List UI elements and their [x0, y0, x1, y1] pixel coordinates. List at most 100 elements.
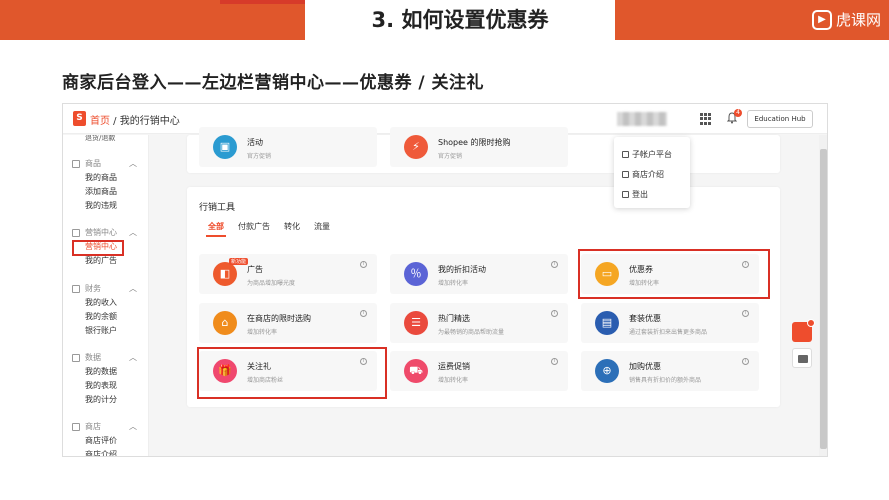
sidebar-item-returns[interactable]: 退货/退款: [85, 135, 115, 143]
info-icon[interactable]: i: [551, 310, 558, 317]
tool-desc: 增加转化率: [247, 329, 278, 336]
tool-desc: 销售具有折扣价的额外商品: [629, 377, 702, 384]
tool-top-picks[interactable]: ☰ 热门精选 为最畅销的商品帮助流量 i: [390, 303, 568, 343]
chart-icon: [72, 354, 80, 362]
chevron-up-icon: ︿: [129, 353, 137, 362]
menu-item-shop-profile[interactable]: 商店介绍: [622, 169, 664, 180]
info-icon[interactable]: i: [742, 358, 749, 365]
info-icon[interactable]: i: [360, 310, 367, 317]
scrollbar[interactable]: [819, 135, 827, 456]
banner-left-band: [0, 0, 305, 40]
truck-icon: ⛟: [404, 359, 428, 383]
blurred-username[interactable]: [617, 112, 667, 126]
breadcrumb-current: 我的行销中心: [119, 116, 180, 127]
discount-icon: ％: [404, 262, 428, 286]
info-icon[interactable]: i: [551, 358, 558, 365]
chevron-up-icon: ︿: [129, 228, 137, 237]
sidebar-item-balance[interactable]: 我的余额: [63, 310, 148, 324]
notification-badge: 4: [734, 109, 742, 117]
breadcrumb-separator: /: [110, 116, 120, 127]
brand-name: 虎课网: [835, 11, 881, 29]
tile-campaigns[interactable]: ▣ 活动 官方促销: [199, 127, 377, 167]
active-tab-indicator: [206, 235, 226, 237]
tool-name: 我的折扣活动: [438, 265, 486, 274]
tools-tabs: 全部 付款广告 转化 流量: [208, 221, 330, 232]
sidebar-item-score[interactable]: 我的计分: [63, 393, 148, 407]
sidebar-item-bank-accounts[interactable]: 银行账户: [63, 324, 148, 338]
sidebar-item-shop-reviews[interactable]: 商店评价: [63, 434, 148, 448]
tab-conversion[interactable]: 转化: [284, 221, 300, 232]
menu-item-logout[interactable]: 登出: [622, 189, 648, 200]
wallet-icon: [72, 285, 80, 293]
sidebar-item-my-data[interactable]: 我的数据: [63, 365, 148, 379]
tile-flash-sale[interactable]: ⚡ Shopee 的限时抢购 官方促销: [390, 127, 568, 167]
tool-name: 套装优惠: [629, 314, 661, 323]
tile-desc: 官方促销: [438, 153, 463, 160]
bag-icon: ⊕: [595, 359, 619, 383]
info-icon[interactable]: i: [360, 261, 367, 268]
tool-shipping-promo[interactable]: ⛟ 运费促销 增加转化率 i: [390, 351, 568, 391]
tool-shop-flash-sale[interactable]: ⌂ 在商店的限时选购 增加转化率 i: [199, 303, 377, 343]
sidebar-item-my-ads[interactable]: 我的广告: [63, 254, 148, 268]
highlight-follow-prize: [197, 347, 387, 399]
sidebar-group-header[interactable]: 数据 ︿: [63, 351, 148, 365]
message-button[interactable]: [792, 348, 812, 368]
chevron-up-icon: ︿: [129, 284, 137, 293]
tool-desc: 增加转化率: [438, 377, 469, 384]
calendar-icon: ▣: [213, 135, 237, 159]
tab-all[interactable]: 全部: [208, 221, 224, 232]
tool-desc: 增加转化率: [438, 280, 469, 287]
tool-name: 热门精选: [438, 314, 470, 323]
sidebar-group-finance: 财务 ︿ 我的收入 我的余额 银行账户: [63, 282, 148, 338]
tab-traffic[interactable]: 流量: [314, 221, 330, 232]
tool-discount[interactable]: ％ 我的折扣活动 增加转化率 i: [390, 254, 568, 294]
play-icon: ▶: [811, 9, 832, 30]
tool-bundle-deal[interactable]: ▤ 套装优惠 通过套装折扣来出售更多商品 i: [581, 303, 759, 343]
chat-button[interactable]: [792, 319, 815, 342]
breadcrumb-home[interactable]: 首页: [90, 116, 110, 127]
tool-name: 在商店的限时选购: [247, 314, 311, 323]
chevron-up-icon: ︿: [129, 159, 137, 168]
tag-icon: [72, 229, 80, 237]
flash-icon: ⚡: [404, 135, 428, 159]
sidebar-item-my-products[interactable]: 我的商品: [63, 171, 148, 185]
store-icon: ⌂: [213, 311, 237, 335]
sidebar: 退货/退款 商品 ︿ 我的商品 添加商品 我的违规 营销中心 ︿ 营销中心 我的广告…: [63, 135, 149, 456]
breadcrumb: 首页 / 我的行销中心: [90, 112, 180, 127]
highlight-marketing-centre: [72, 240, 124, 256]
tool-desc: 为商品增加曝光度: [247, 280, 296, 287]
apps-grid-icon[interactable]: [700, 113, 712, 125]
tab-paid-ads[interactable]: 付款广告: [238, 221, 270, 232]
sidebar-group-shop: 商店 ︿ 商店评价 商店介绍: [63, 420, 148, 456]
scrollbar-thumb[interactable]: [820, 149, 827, 449]
tool-name: 运费促销: [438, 362, 470, 371]
sidebar-item-income[interactable]: 我的收入: [63, 296, 148, 310]
product-icon: [72, 160, 80, 168]
tool-name: 加购优惠: [629, 362, 661, 371]
info-icon[interactable]: i: [742, 310, 749, 317]
sidebar-item-add-product[interactable]: 添加商品: [63, 185, 148, 199]
tile-name: 活动: [247, 138, 263, 147]
highlight-voucher: [578, 249, 770, 299]
tool-add-on-deal[interactable]: ⊕ 加购优惠 销售具有折扣价的额外商品 i: [581, 351, 759, 391]
shop-icon: [622, 171, 629, 178]
shop-icon: [72, 423, 80, 431]
info-icon[interactable]: i: [551, 261, 558, 268]
sidebar-group-header[interactable]: 营销中心 ︿: [63, 226, 148, 240]
user-icon: [622, 151, 629, 158]
sidebar-group-header[interactable]: 商品 ︿: [63, 157, 148, 171]
tool-ads[interactable]: ◧ 新功能 广告 为商品增加曝光度 i: [199, 254, 377, 294]
sidebar-group-header[interactable]: 财务 ︿: [63, 282, 148, 296]
chevron-up-icon: ︿: [129, 422, 137, 431]
sidebar-group-header[interactable]: 商店 ︿: [63, 420, 148, 434]
logout-icon: [622, 191, 629, 198]
education-hub-button[interactable]: Education Hub: [747, 110, 813, 128]
menu-item-sub-account[interactable]: 子帐户平台: [622, 149, 672, 160]
shopee-logo-icon[interactable]: S: [73, 111, 86, 126]
sidebar-item-performance[interactable]: 我的表现: [63, 379, 148, 393]
sidebar-item-shop-profile[interactable]: 商店介绍: [63, 448, 148, 456]
slide-subtitle: 商家后台登入——左边栏营销中心——优惠券 / 关注礼: [62, 73, 485, 93]
slide-banner: 3. 如何设置优惠券 ▶ 虎课网: [0, 0, 889, 40]
tool-name: 广告: [247, 265, 263, 274]
sidebar-item-violations[interactable]: 我的违规: [63, 199, 148, 213]
